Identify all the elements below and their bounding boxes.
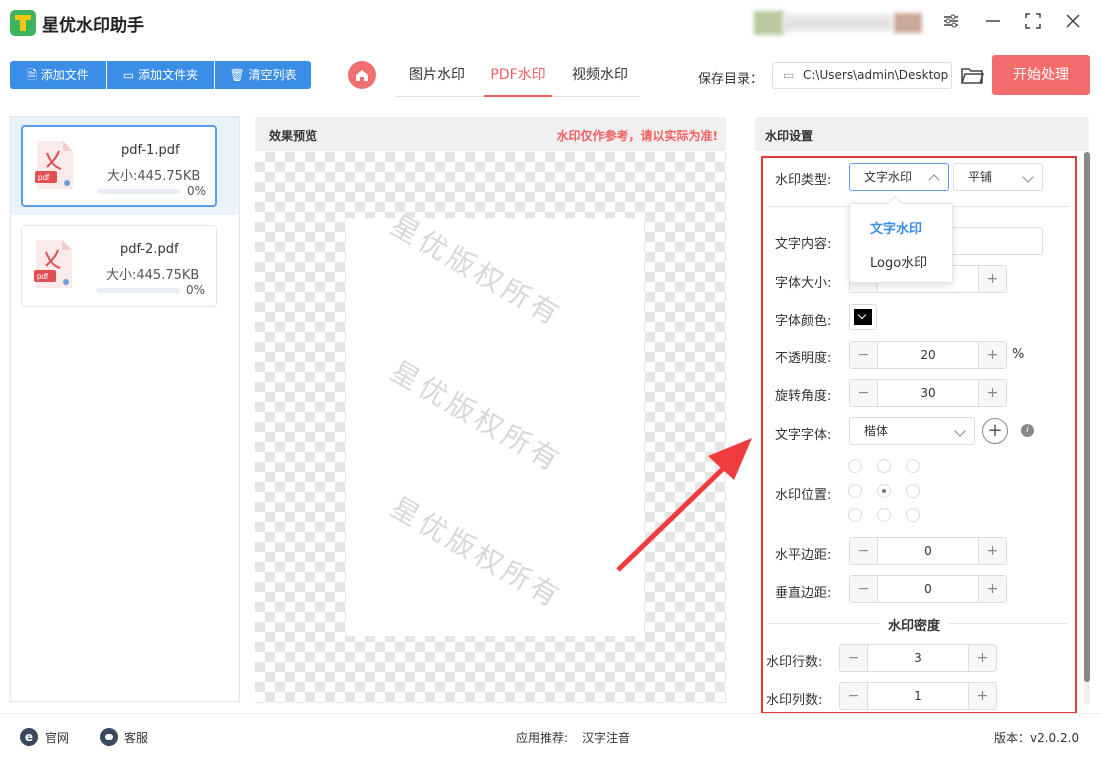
chat-support-icon[interactable]	[100, 728, 118, 746]
footer: e 官网 客服 应用推荐: 汉字注音 版本：v2.0.2.0	[0, 713, 1100, 760]
recommend-label: 应用推荐:	[516, 731, 569, 745]
file-name: pdf-1.pdf	[121, 143, 180, 158]
app-logo-icon	[10, 10, 36, 36]
pdf-file-icon: pdf	[35, 139, 75, 195]
progress-percent: 0%	[186, 283, 206, 297]
file-size: 大小:445.75KB	[107, 169, 201, 184]
save-path-field[interactable]: ▭ C:\Users\admin\Desktop	[772, 62, 952, 89]
add-file-button[interactable]: 🗎 添加文件	[10, 61, 106, 89]
close-icon[interactable]	[1062, 12, 1084, 34]
watermark-text: 星优版权所有	[385, 354, 568, 479]
settings-header: 水印设置	[755, 117, 1089, 151]
watermark-text: 星优版权所有	[385, 490, 568, 615]
progress-percent: 0%	[187, 184, 207, 198]
watermark-text: 星优版权所有	[385, 208, 568, 333]
browse-folder-icon[interactable]	[960, 63, 985, 87]
trash-icon: 🗑	[229, 68, 249, 82]
file-card-2[interactable]: pdf pdf-2.pdf 大小:445.75KB 0%	[21, 225, 217, 307]
preview-title: 效果预览	[269, 129, 318, 143]
folder-small-icon: ▭	[783, 68, 795, 82]
title-bar: 星优水印助手	[0, 0, 1100, 46]
file-card-1[interactable]: pdf pdf-1.pdf 大小:445.75KB 0%	[21, 125, 217, 207]
settings-title: 水印设置	[765, 129, 814, 143]
user-avatar[interactable]	[754, 11, 924, 35]
annotation-arrow-icon	[616, 438, 752, 572]
settings-scroll-thumb[interactable]	[1084, 152, 1090, 682]
settings-sliders-icon[interactable]	[940, 12, 962, 34]
svg-text:pdf: pdf	[37, 272, 49, 281]
file-icon: 🗎	[27, 68, 41, 82]
preview-header: 效果预览 水印仅作参考，请以实际为准!	[255, 117, 726, 151]
file-list-panel: pdf pdf-1.pdf 大小:445.75KB 0% pdf pdf-2.p…	[10, 116, 240, 702]
pdf-file-icon: pdf	[34, 238, 74, 294]
home-button[interactable]	[348, 61, 376, 89]
app-title: 星优水印助手	[42, 16, 144, 36]
website-icon[interactable]: e	[20, 728, 38, 746]
progress-bar	[97, 189, 181, 194]
tab-pdf-watermark[interactable]: PDF水印	[484, 61, 552, 97]
progress-bar	[96, 288, 180, 293]
svg-text:pdf: pdf	[38, 173, 50, 182]
start-processing-button[interactable]: 开始处理	[992, 55, 1090, 95]
save-directory-label: 保存目录：	[698, 72, 764, 87]
file-size: 大小:445.75KB	[106, 268, 200, 283]
preview-notice: 水印仅作参考，请以实际为准!	[556, 129, 718, 143]
add-folder-button[interactable]: ▭ 添加文件夹	[107, 61, 214, 89]
highlight-box	[761, 156, 1077, 714]
tab-image-watermark[interactable]: 图片水印	[400, 61, 474, 97]
version-text: 版本：v2.0.2.0	[994, 731, 1080, 745]
recommend-app-link[interactable]: 汉字注音	[582, 729, 630, 746]
clear-list-button[interactable]: 🗑 清空列表	[215, 61, 311, 89]
tab-video-watermark[interactable]: 视频水印	[564, 61, 636, 97]
file-name: pdf-2.pdf	[120, 242, 179, 257]
maximize-icon[interactable]	[1022, 12, 1044, 34]
pdf-page-preview: 星优版权所有 星优版权所有 星优版权所有	[346, 208, 644, 636]
home-icon	[356, 70, 368, 81]
support-link[interactable]: 客服	[124, 729, 148, 746]
folder-icon: ▭	[122, 68, 139, 82]
website-link[interactable]: 官网	[45, 729, 69, 746]
minimize-icon[interactable]	[982, 12, 1004, 34]
